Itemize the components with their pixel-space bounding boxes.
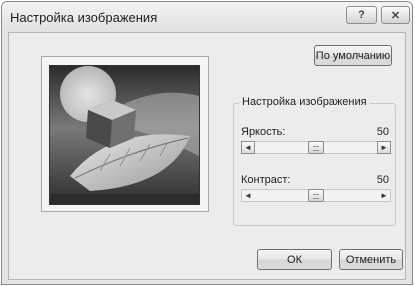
preview-frame [41, 56, 209, 212]
brightness-value: 50 [376, 126, 389, 138]
image-settings-group: Настройка изображения Яркость: 50 ◄ ► Ко… [233, 96, 396, 226]
brightness-slider[interactable]: ◄ ► [241, 141, 391, 154]
brightness-right-arrow-icon[interactable]: ► [377, 141, 391, 154]
group-title: Настройка изображения [239, 96, 370, 108]
contrast-right-arrow-icon[interactable]: ► [377, 189, 391, 202]
default-button[interactable]: По умолчанию [314, 45, 392, 66]
contrast-thumb[interactable] [308, 189, 324, 202]
contrast-slider[interactable]: ◄ ► [241, 189, 391, 202]
brightness-label: Яркость: [241, 126, 286, 138]
help-button[interactable]: ? [346, 6, 377, 24]
contrast-value: 50 [376, 174, 389, 186]
close-button[interactable]: ✕ [381, 6, 410, 24]
contrast-label: Контраст: [241, 174, 291, 186]
brightness-left-arrow-icon[interactable]: ◄ [241, 141, 255, 154]
window-title: Настройка изображения [10, 10, 158, 25]
dialog-window: Настройка изображения ? ✕ По умолчанию Н… [1, 1, 413, 285]
ok-button[interactable]: ОК [257, 249, 332, 270]
title-bar[interactable]: Настройка изображения ? ✕ [2, 2, 412, 32]
cancel-button[interactable]: Отменить [339, 249, 403, 270]
contrast-left-arrow-icon[interactable]: ◄ [241, 189, 255, 202]
preview-image [49, 65, 200, 205]
preview-illustration [50, 66, 199, 204]
dialog-body: По умолчанию Настройка изображения Яркос… [8, 32, 406, 280]
brightness-thumb[interactable] [308, 141, 324, 154]
